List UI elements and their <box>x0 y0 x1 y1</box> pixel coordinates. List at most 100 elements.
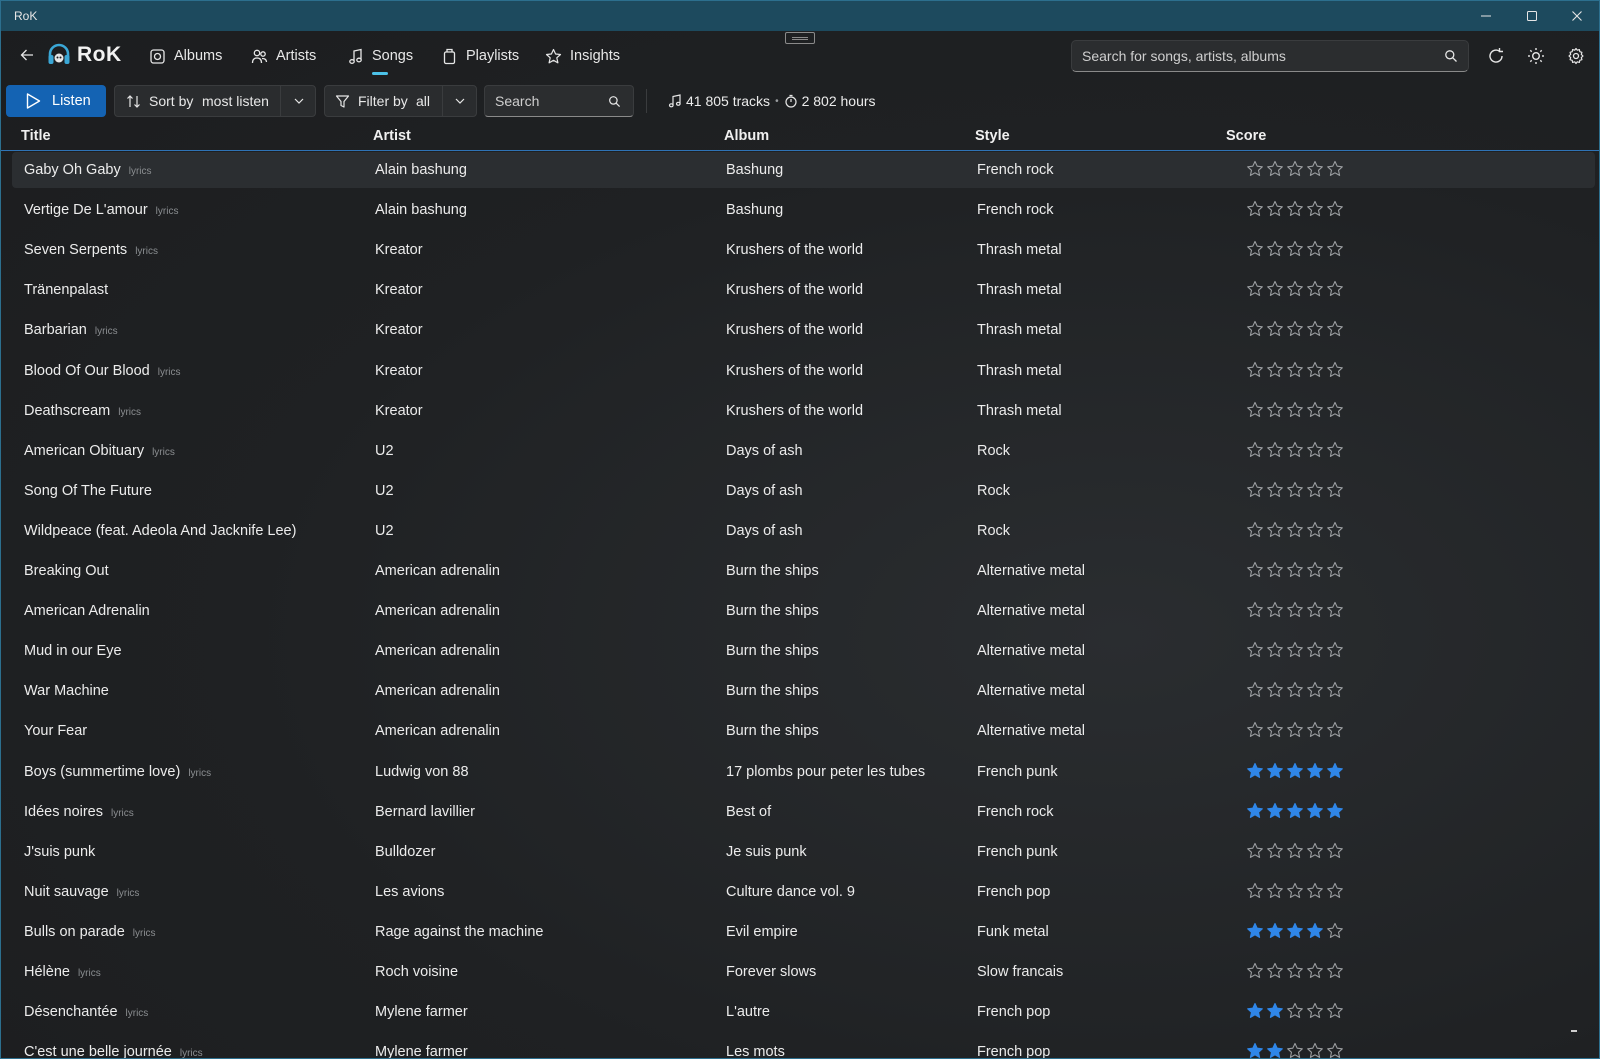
star-empty-icon[interactable] <box>1286 320 1304 338</box>
star-filled-icon[interactable] <box>1266 1042 1284 1059</box>
star-empty-icon[interactable] <box>1306 1042 1324 1059</box>
star-empty-icon[interactable] <box>1246 521 1264 539</box>
star-filled-icon[interactable] <box>1266 802 1284 820</box>
table-row[interactable]: Wildpeace (feat. Adeola And Jacknife Lee… <box>12 513 1595 549</box>
star-empty-icon[interactable] <box>1266 882 1284 900</box>
star-empty-icon[interactable] <box>1286 521 1304 539</box>
star-empty-icon[interactable] <box>1266 320 1284 338</box>
star-filled-icon[interactable] <box>1306 762 1324 780</box>
star-empty-icon[interactable] <box>1246 320 1264 338</box>
star-empty-icon[interactable] <box>1326 441 1344 459</box>
score-rating[interactable] <box>1246 962 1346 980</box>
star-empty-icon[interactable] <box>1286 1042 1304 1059</box>
star-filled-icon[interactable] <box>1286 762 1304 780</box>
score-rating[interactable] <box>1246 922 1346 940</box>
score-rating[interactable] <box>1246 521 1346 539</box>
star-empty-icon[interactable] <box>1306 721 1324 739</box>
star-filled-icon[interactable] <box>1246 922 1264 940</box>
star-empty-icon[interactable] <box>1326 401 1344 419</box>
star-empty-icon[interactable] <box>1326 962 1344 980</box>
star-filled-icon[interactable] <box>1306 922 1324 940</box>
table-row[interactable]: Your Fear American adrenalin Burn the ship… <box>12 713 1595 749</box>
table-row[interactable]: Breaking Out American adrenalin Burn the s… <box>12 553 1595 589</box>
star-empty-icon[interactable] <box>1326 200 1344 218</box>
table-row[interactable]: Désenchantée lyrics Mylene farmer L'autre Fr… <box>12 994 1595 1030</box>
star-empty-icon[interactable] <box>1286 481 1304 499</box>
score-rating[interactable] <box>1246 401 1346 419</box>
listen-button[interactable]: Listen <box>6 85 106 117</box>
star-filled-icon[interactable] <box>1326 762 1344 780</box>
score-rating[interactable] <box>1246 240 1346 258</box>
star-empty-icon[interactable] <box>1286 842 1304 860</box>
star-filled-icon[interactable] <box>1266 1002 1284 1020</box>
star-empty-icon[interactable] <box>1306 681 1324 699</box>
minimize-button[interactable] <box>1463 1 1509 31</box>
star-empty-icon[interactable] <box>1286 361 1304 379</box>
star-empty-icon[interactable] <box>1286 280 1304 298</box>
star-empty-icon[interactable] <box>1266 561 1284 579</box>
score-rating[interactable] <box>1246 762 1346 780</box>
table-row[interactable]: Mud in our Eye American adrenalin Burn the… <box>12 633 1595 669</box>
star-filled-icon[interactable] <box>1266 762 1284 780</box>
star-empty-icon[interactable] <box>1286 160 1304 178</box>
score-rating[interactable] <box>1246 441 1346 459</box>
star-empty-icon[interactable] <box>1266 962 1284 980</box>
star-empty-icon[interactable] <box>1286 441 1304 459</box>
star-empty-icon[interactable] <box>1286 721 1304 739</box>
songs-search[interactable] <box>484 85 634 117</box>
star-empty-icon[interactable] <box>1326 280 1344 298</box>
star-empty-icon[interactable] <box>1326 361 1344 379</box>
star-empty-icon[interactable] <box>1286 1002 1304 1020</box>
star-empty-icon[interactable] <box>1306 441 1324 459</box>
star-empty-icon[interactable] <box>1306 842 1324 860</box>
sort-dropdown-button[interactable] <box>281 86 315 116</box>
star-empty-icon[interactable] <box>1266 401 1284 419</box>
star-empty-icon[interactable] <box>1326 160 1344 178</box>
table-row[interactable]: Boys (summertime love) lyrics Ludwig von 8… <box>12 754 1595 790</box>
column-header-style[interactable]: Style <box>975 128 1010 144</box>
column-header-score[interactable]: Score <box>1226 128 1266 144</box>
star-empty-icon[interactable] <box>1286 681 1304 699</box>
score-rating[interactable] <box>1246 561 1346 579</box>
table-row[interactable]: Hélène lyrics Roch voisine Forever slows Slo… <box>12 954 1595 990</box>
star-filled-icon[interactable] <box>1286 802 1304 820</box>
table-row[interactable]: Gaby Oh Gaby lyrics Alain bashung Bashung Fr… <box>12 152 1595 188</box>
star-empty-icon[interactable] <box>1306 280 1324 298</box>
score-rating[interactable] <box>1246 361 1346 379</box>
star-empty-icon[interactable] <box>1266 280 1284 298</box>
star-empty-icon[interactable] <box>1326 521 1344 539</box>
star-empty-icon[interactable] <box>1246 962 1264 980</box>
scroll-indicator[interactable] <box>1571 1030 1577 1032</box>
score-rating[interactable] <box>1246 842 1346 860</box>
search-icon[interactable] <box>1444 49 1458 63</box>
star-empty-icon[interactable] <box>1286 401 1304 419</box>
star-empty-icon[interactable] <box>1246 681 1264 699</box>
table-row[interactable]: C'est une belle journée lyrics Mylene farm… <box>12 1034 1595 1059</box>
star-empty-icon[interactable] <box>1306 481 1324 499</box>
star-empty-icon[interactable] <box>1286 200 1304 218</box>
star-empty-icon[interactable] <box>1326 681 1344 699</box>
star-empty-icon[interactable] <box>1266 240 1284 258</box>
star-empty-icon[interactable] <box>1286 882 1304 900</box>
app-logo[interactable]: RoK <box>47 42 122 68</box>
star-empty-icon[interactable] <box>1326 641 1344 659</box>
star-empty-icon[interactable] <box>1266 842 1284 860</box>
settings-button[interactable] <box>1565 45 1587 67</box>
nav-songs[interactable]: Songs <box>347 43 413 69</box>
star-empty-icon[interactable] <box>1266 481 1284 499</box>
score-rating[interactable] <box>1246 200 1346 218</box>
star-empty-icon[interactable] <box>1306 561 1324 579</box>
star-empty-icon[interactable] <box>1266 601 1284 619</box>
star-empty-icon[interactable] <box>1246 601 1264 619</box>
star-empty-icon[interactable] <box>1246 240 1264 258</box>
star-empty-icon[interactable] <box>1306 200 1324 218</box>
star-empty-icon[interactable] <box>1246 200 1264 218</box>
nav-artists[interactable]: Artists <box>251 43 316 69</box>
score-rating[interactable] <box>1246 481 1346 499</box>
table-row[interactable]: Seven Serpents lyrics Kreator Krushers of t… <box>12 232 1595 268</box>
search-icon[interactable] <box>608 95 621 108</box>
star-filled-icon[interactable] <box>1246 762 1264 780</box>
close-button[interactable] <box>1554 1 1599 31</box>
star-empty-icon[interactable] <box>1326 481 1344 499</box>
star-empty-icon[interactable] <box>1306 320 1324 338</box>
